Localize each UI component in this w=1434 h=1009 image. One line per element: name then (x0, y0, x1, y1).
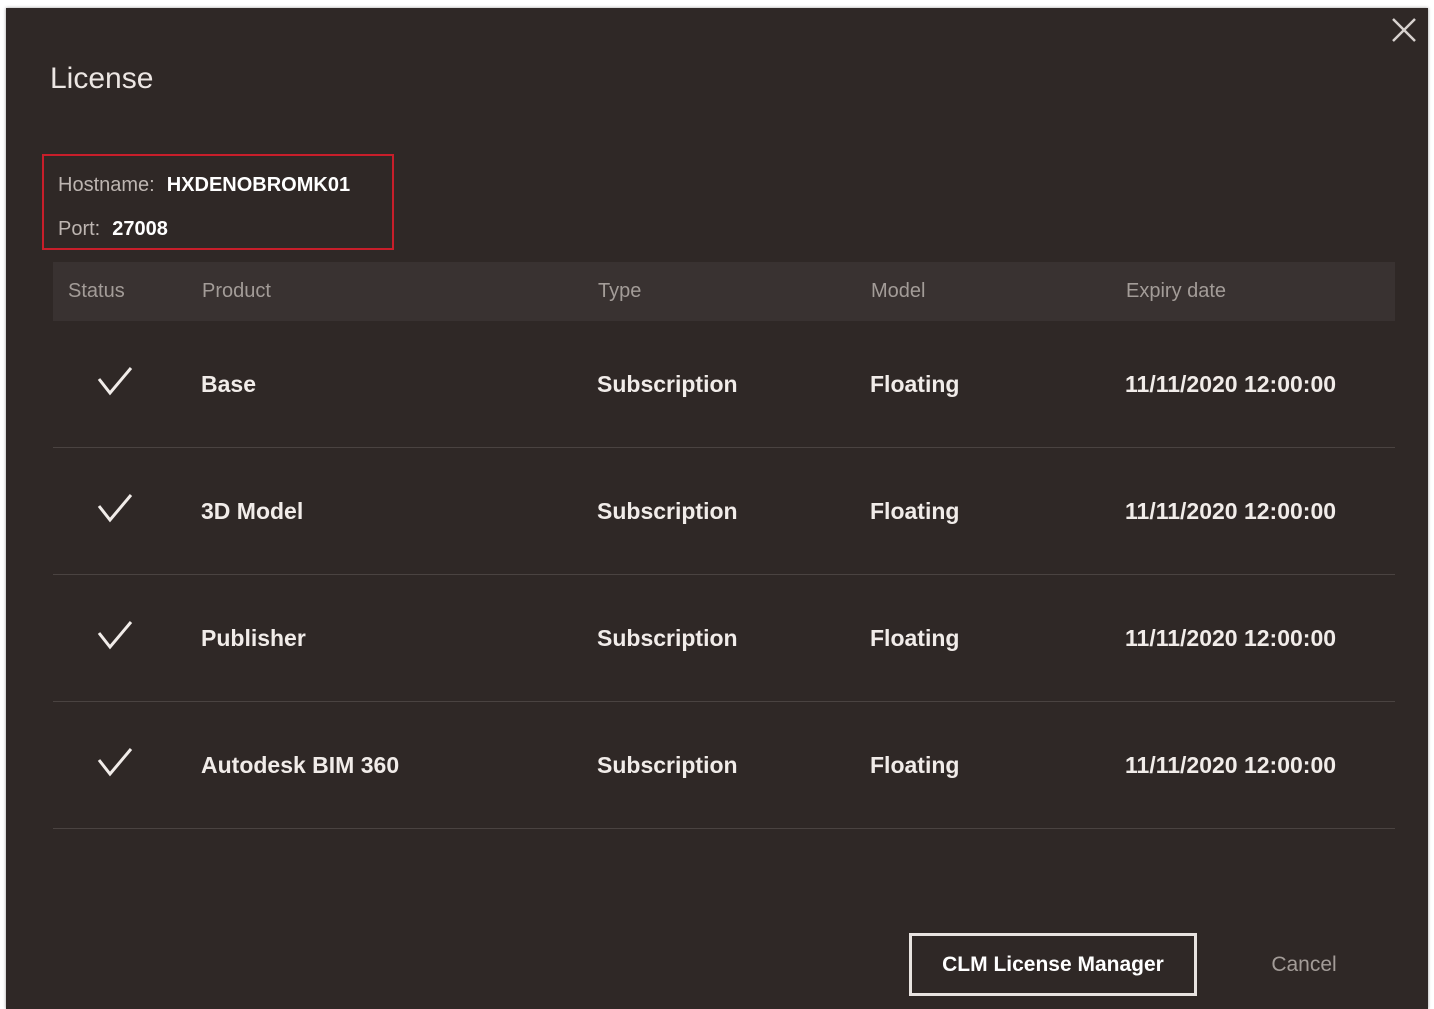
model-cell: Floating (870, 498, 960, 524)
close-icon[interactable] (1388, 14, 1420, 46)
type-cell: Subscription (597, 752, 738, 778)
check-icon (97, 366, 133, 396)
table-row[interactable]: Publisher Subscription Floating 11/11/20… (53, 575, 1395, 702)
check-icon (97, 620, 133, 650)
port-value: 27008 (112, 218, 168, 240)
table-header: Status Product Type Model Expiry date (53, 262, 1395, 321)
header-product[interactable]: Product (202, 280, 271, 303)
license-table: Status Product Type Model Expiry date Ba… (53, 262, 1395, 829)
check-icon (97, 493, 133, 523)
expiry-cell: 11/11/2020 12:00:00 (1125, 752, 1337, 778)
expiry-cell: 11/11/2020 12:00:00 (1125, 371, 1337, 397)
model-cell: Floating (870, 371, 960, 397)
expiry-cell: 11/11/2020 12:00:00 (1125, 625, 1337, 651)
header-model[interactable]: Model (871, 280, 925, 303)
port-label: Port: (58, 218, 101, 240)
dialog-title: License (50, 62, 154, 95)
clm-license-manager-button[interactable]: CLM License Manager (909, 933, 1197, 996)
hostname-line: Hostname: HXDENOBROMK01 (58, 174, 350, 197)
header-type[interactable]: Type (598, 280, 641, 303)
expiry-cell: 11/11/2020 12:00:00 (1125, 498, 1337, 524)
table-row[interactable]: Autodesk BIM 360 Subscription Floating 1… (53, 702, 1395, 829)
table-row[interactable]: 3D Model Subscription Floating 11/11/202… (53, 448, 1395, 575)
hostname-value: HXDENOBROMK01 (166, 174, 351, 196)
type-cell: Subscription (597, 498, 738, 524)
header-expiry[interactable]: Expiry date (1126, 280, 1226, 303)
license-dialog: License Hostname: HXDENOBROMK01 Port: 2700… (6, 8, 1428, 1009)
product-cell: Publisher (201, 625, 306, 651)
check-icon (97, 747, 133, 777)
product-cell: Base (201, 371, 256, 397)
model-cell: Floating (870, 752, 960, 778)
product-cell: 3D Model (201, 498, 304, 524)
server-info-highlight: Hostname: HXDENOBROMK01 Port: 27008 (42, 154, 394, 250)
product-cell: Autodesk BIM 360 (201, 752, 400, 778)
type-cell: Subscription (597, 625, 738, 651)
table-row[interactable]: Base Subscription Floating 11/11/2020 12… (53, 321, 1395, 448)
header-status[interactable]: Status (68, 280, 125, 303)
hostname-label: Hostname: (58, 174, 155, 196)
model-cell: Floating (870, 625, 960, 651)
cancel-button[interactable]: Cancel (1234, 933, 1374, 996)
type-cell: Subscription (597, 371, 738, 397)
port-line: Port: 27008 (58, 218, 168, 241)
